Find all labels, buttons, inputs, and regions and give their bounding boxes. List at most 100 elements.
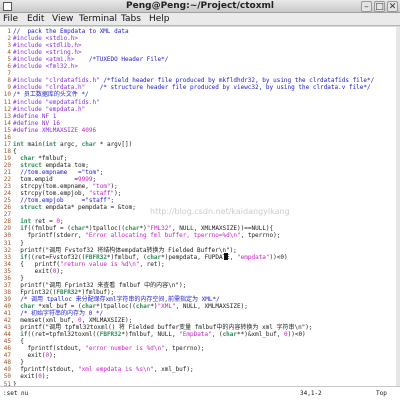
code-token: ;: [92, 176, 97, 184]
code-token: );: [56, 267, 64, 275]
code-token: "Error allocating fml buffer, tperrno=%d…: [85, 232, 241, 240]
code-token: printf("调用 Fvstof32 将结构体empdata转换为 Field…: [13, 246, 237, 254]
menu-terminal[interactable]: Terminal: [79, 13, 117, 26]
scroll-position: Top: [376, 390, 387, 397]
code-token: int: [13, 140, 24, 148]
maximize-button[interactable]: □: [374, 1, 385, 12]
code-token: ))<0): [287, 331, 306, 339]
minimize-button[interactable]: –: [361, 1, 372, 12]
code-token: );: [110, 183, 118, 191]
code-token: #include <fml32.h>: [13, 63, 79, 71]
code-token: char: [70, 225, 86, 233]
scrollbar[interactable]: [396, 27, 400, 386]
title-bar: Peng@Peng:~/Project/ctoxml – □ ✕: [0, 0, 400, 13]
code-token: , ret);: [139, 260, 165, 268]
close-button[interactable]: ✕: [387, 1, 398, 12]
code-token: #define NV 16: [13, 119, 60, 127]
code-token: exit(: [13, 373, 39, 381]
code-token: , NULL, XMLMAXSIZE);: [175, 302, 248, 310]
code-token: struct: [20, 161, 42, 169]
code-token: ;: [60, 218, 64, 226]
code-token: #include <string.h>: [13, 49, 82, 57]
code-token: char: [20, 154, 35, 162]
menu-tabs[interactable]: Tabs: [121, 13, 141, 26]
code-token: FBFR32: [99, 331, 122, 339]
code-token: *): [150, 302, 158, 310]
code-token: Fprint32((: [13, 288, 57, 296]
code-token: char: [146, 253, 162, 261]
code-token: , (: [211, 331, 223, 339]
code-token: strcpy(tom.empjob,: [13, 190, 89, 198]
code-token: *xml_buf = (: [34, 302, 82, 310]
code-token: }: [13, 359, 24, 367]
code-token: ((ret=Fvstof32((: [27, 253, 86, 261]
code-token: ))<0): [269, 253, 288, 261]
code-token: char: [81, 140, 97, 148]
code-token: #include <stdlib.h>: [13, 42, 82, 50]
watermark: http://blog.csdn.net/kaidangylkang: [150, 207, 290, 216]
code-token: #include "empdatafids.h": [13, 98, 100, 106]
code-token: char: [20, 302, 35, 310]
code-token: 9999: [78, 176, 93, 184]
code-token: "XML": [157, 302, 176, 310]
code-token: ret =: [31, 218, 57, 226]
code-token: ((fmlbuf = (: [27, 225, 71, 233]
code-token: fprintf(stderr,: [13, 232, 86, 240]
code-token: , tperrno);: [240, 232, 281, 240]
code-token: fprintf(stdout,: [13, 366, 79, 374]
code-token: int: [45, 140, 57, 148]
status-bar: :set nu 34,1-2 Top: [0, 386, 400, 400]
code-token: char: [125, 225, 140, 233]
code-token: exit(: [13, 267, 53, 275]
code-token: /* 初始字符串的内存为 0 */: [13, 310, 104, 317]
code-token: "EmpData": [179, 331, 212, 339]
code-token: "error number is %d\n": [85, 345, 165, 353]
code-token: #define NF 1: [13, 112, 57, 120]
code-token: , tperrno);: [164, 345, 205, 353]
window-title: Peng@Peng:~/Project/ctoxml: [126, 1, 274, 11]
code-token: char: [222, 331, 238, 339]
code-token: , xml_buf);: [153, 366, 194, 374]
code-token: fprintf(stdout,: [13, 345, 86, 353]
code-token: "return value is %d\n": [59, 260, 140, 268]
menu-file[interactable]: File: [3, 13, 18, 26]
code-token: }: [13, 239, 24, 247]
code-token: char: [81, 302, 97, 310]
code-token: *)fmlbuf);: [78, 288, 115, 296]
code-token: /* 调用 tpalloc 来分配保存xml字符串的内存空间,前需指定为 XML…: [13, 295, 220, 303]
code-token: *)fmlbuf, NULL,: [121, 331, 180, 339]
code-token: , NULL, XMLMAXSIZE))==NULL){: [172, 225, 274, 233]
code-token: ((ret=tpfml32toxml((: [27, 331, 100, 339]
code-token: "xml empdata is %s\n": [78, 366, 154, 374]
menu-edit[interactable]: Edit: [27, 13, 44, 26]
code-token: *)fmlbuf, (: [106, 253, 147, 261]
code-token: tom.empid =: [13, 176, 79, 184]
code-token: /*TUXEDO Header File*/: [74, 56, 169, 64]
code-token: * argv[]): [96, 140, 133, 148]
code-token: #include "empdata.h": [13, 105, 86, 113]
code-token: exit(: [13, 352, 46, 360]
code-token: );: [49, 352, 57, 360]
code-token: FBFR32: [85, 253, 107, 261]
menu-view[interactable]: View: [52, 13, 73, 26]
code-token: //tom.empname ="tom";: [13, 169, 104, 176]
code-token: 4096: [81, 126, 97, 134]
text-cursor: [224, 253, 228, 260]
code-token: , XMLMAXSIZE);: [81, 317, 133, 325]
code-token: printf("调用 Fprint32 来查看 fmlbuf 中的内容\n");: [13, 281, 187, 289]
code-token: #include <stdio.h>: [13, 35, 79, 43]
code-token: FBFR32: [56, 288, 79, 296]
code-token: *): [139, 225, 147, 233]
command-line[interactable]: :set nu: [3, 387, 28, 400]
code-token: );: [41, 373, 50, 381]
code-token: "FML32": [146, 225, 173, 233]
cursor-position: 34,1-2: [300, 390, 322, 397]
code-token: #include <atmi.h>: [13, 56, 75, 64]
menu-help[interactable]: Help: [149, 13, 170, 26]
code-token: struct: [20, 204, 42, 212]
code-token: memset(xml_buf,: [13, 317, 79, 325]
code-token: "tom": [92, 183, 111, 191]
code-token: *fmlbuf;: [34, 154, 68, 162]
code-token: strcpy(tom.empname,: [13, 183, 93, 191]
code-token: {: [13, 338, 24, 346]
